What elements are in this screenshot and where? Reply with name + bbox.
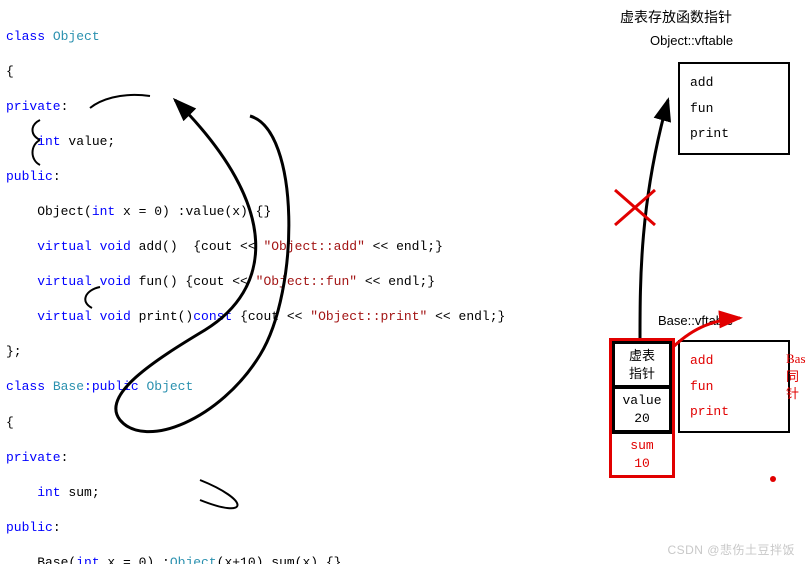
object-memory-box: 虚表 指针 value 20 sum 10	[609, 338, 675, 478]
object-vftable-label: Object::vftable	[650, 32, 733, 50]
vptr-cell: 虚表 指针	[612, 341, 672, 388]
page-title: 虚表存放函数指针	[620, 8, 732, 27]
side-note: Bas 同 针	[786, 350, 806, 403]
member-cell: sum 10	[612, 433, 672, 475]
member-cell: value 20	[612, 388, 672, 433]
vftable-entry: fun	[690, 96, 778, 122]
watermark: CSDN @悲伤土豆拌饭	[667, 542, 795, 558]
vftable-entry: add	[690, 70, 778, 96]
base-vftable-box: add fun print	[678, 340, 790, 433]
vftable-entry: fun	[690, 374, 778, 400]
vftable-entry: print	[690, 399, 778, 425]
dot-icon	[770, 476, 776, 482]
base-vftable-label: Base::vftable	[658, 312, 733, 330]
object-vftable-box: add fun print	[678, 62, 790, 155]
vftable-entry: add	[690, 348, 778, 374]
source-code: class Object { private: int value; publi…	[6, 10, 505, 564]
vftable-entry: print	[690, 121, 778, 147]
